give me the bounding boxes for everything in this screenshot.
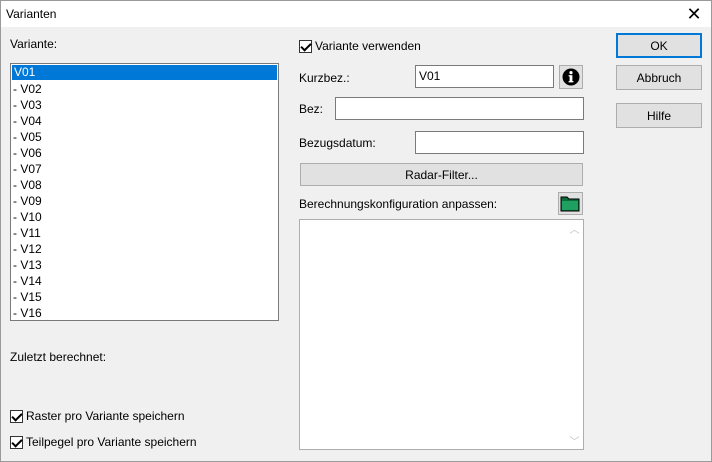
textarea-scrollbar[interactable]: ︿ ﹀ — [566, 220, 583, 449]
help-button[interactable]: Hilfe — [616, 103, 702, 128]
use-variant-checkbox-row[interactable]: Variante verwenden — [299, 39, 421, 53]
bezugsdatum-label: Bezugsdatum: — [299, 136, 376, 150]
use-variant-checkbox[interactable] — [299, 39, 312, 53]
ok-button[interactable]: OK — [616, 33, 702, 58]
kurzbez-label: Kurzbez.: — [299, 71, 350, 85]
list-item[interactable]: - V11 — [11, 225, 278, 241]
raster-label: Raster pro Variante speichern — [26, 409, 185, 423]
bez-input[interactable] — [335, 97, 584, 120]
close-icon: ✕ — [686, 3, 702, 24]
close-button[interactable]: ✕ — [677, 1, 711, 27]
cancel-button[interactable]: Abbruch — [616, 65, 702, 90]
list-item[interactable]: - V10 — [11, 209, 278, 225]
list-item[interactable]: V01 — [12, 65, 277, 80]
list-item[interactable]: - V15 — [11, 289, 278, 305]
use-variant-label: Variante verwenden — [315, 39, 421, 53]
list-item[interactable]: - V02 — [11, 81, 278, 97]
variant-label: Variante: — [10, 37, 58, 51]
teilpegel-checkbox[interactable] — [10, 435, 23, 449]
list-item[interactable]: - V04 — [11, 113, 278, 129]
teilpegel-checkbox-row[interactable]: Teilpegel pro Variante speichern — [10, 435, 197, 449]
varianten-dialog: Varianten ✕ Variante: V01- V02- V03- V04… — [0, 0, 712, 462]
info-button[interactable] — [559, 65, 583, 89]
bezugsdatum-input[interactable] — [415, 131, 584, 154]
list-item[interactable]: - V12 — [11, 241, 278, 257]
berechnung-label: Berechnungskonfiguration anpassen: — [299, 197, 498, 211]
list-item[interactable]: - V09 — [11, 193, 278, 209]
scroll-down-icon[interactable]: ﹀ — [566, 432, 583, 449]
list-item[interactable]: - V05 — [11, 129, 278, 145]
list-item[interactable]: - V13 — [11, 257, 278, 273]
info-icon — [562, 68, 580, 86]
radar-filter-button[interactable]: Radar-Filter... — [300, 163, 583, 186]
folder-button[interactable] — [558, 192, 583, 215]
berechnung-textarea[interactable]: ︿ ﹀ — [299, 219, 584, 450]
window-title: Varianten — [6, 7, 57, 21]
list-item[interactable]: - V06 — [11, 145, 278, 161]
scroll-up-icon[interactable]: ︿ — [566, 220, 583, 237]
kurzbez-input[interactable]: V01 — [415, 65, 554, 88]
raster-checkbox-row[interactable]: Raster pro Variante speichern — [10, 409, 185, 423]
raster-checkbox[interactable] — [10, 409, 23, 423]
list-item[interactable]: - V03 — [11, 97, 278, 113]
folder-icon — [560, 196, 580, 212]
list-item[interactable]: - V16 — [11, 305, 278, 320]
list-item[interactable]: - V07 — [11, 161, 278, 177]
title-bar: Varianten ✕ — [1, 1, 711, 27]
list-item[interactable]: - V08 — [11, 177, 278, 193]
bez-label: Bez: — [299, 102, 324, 116]
last-calculated-label: Zuletzt berechnet: — [10, 350, 107, 364]
list-item[interactable]: - V14 — [11, 273, 278, 289]
variant-list[interactable]: V01- V02- V03- V04- V05- V06- V07- V08- … — [10, 63, 279, 321]
teilpegel-label: Teilpegel pro Variante speichern — [26, 435, 197, 449]
